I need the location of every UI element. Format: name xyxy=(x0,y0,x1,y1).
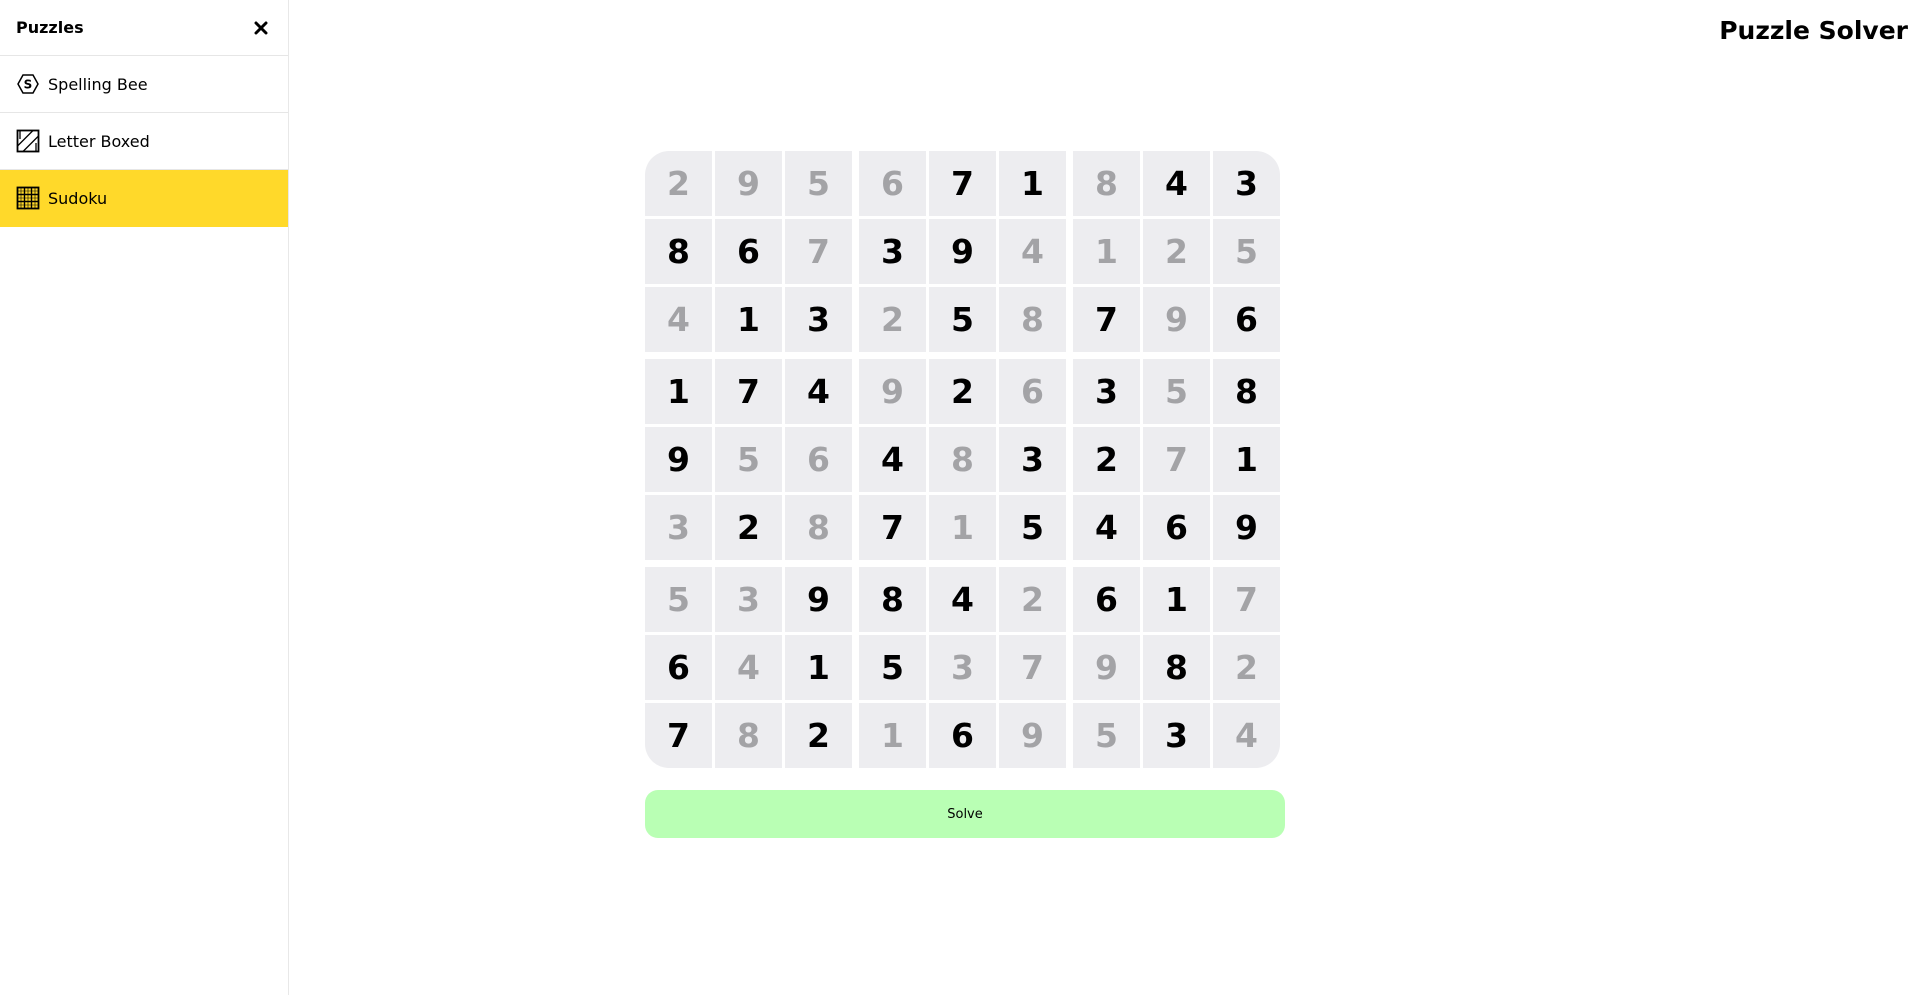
sudoku-cell[interactable]: 2 xyxy=(645,151,712,216)
sudoku-cell[interactable]: 9 xyxy=(859,359,926,424)
sudoku-cell[interactable]: 6 xyxy=(1213,287,1280,352)
sudoku-cell[interactable]: 9 xyxy=(929,219,996,284)
sudoku-cell[interactable]: 1 xyxy=(929,495,996,560)
sudoku-cell[interactable]: 8 xyxy=(1143,635,1210,700)
sudoku-cell[interactable]: 6 xyxy=(785,427,852,492)
sidebar-item-label: Letter Boxed xyxy=(48,131,150,151)
svg-text:S: S xyxy=(24,78,33,92)
sudoku-cell[interactable]: 6 xyxy=(929,703,996,768)
sudoku-cell[interactable]: 5 xyxy=(1213,219,1280,284)
sudoku-board: 2956718438673941254132587961749263589564… xyxy=(645,151,1285,772)
sudoku-cell[interactable]: 4 xyxy=(1143,151,1210,216)
sudoku-cell[interactable]: 7 xyxy=(929,151,996,216)
sudoku-cell[interactable]: 1 xyxy=(1073,219,1140,284)
sudoku-cell[interactable]: 1 xyxy=(999,151,1066,216)
sudoku-cell[interactable]: 9 xyxy=(1073,635,1140,700)
sudoku-cell[interactable]: 2 xyxy=(785,703,852,768)
sudoku-cell[interactable]: 8 xyxy=(999,287,1066,352)
sudoku-cell[interactable]: 8 xyxy=(785,495,852,560)
sudoku-cell[interactable]: 2 xyxy=(1143,219,1210,284)
sudoku-cell[interactable]: 5 xyxy=(859,635,926,700)
sudoku-cell[interactable]: 7 xyxy=(1213,567,1280,632)
sudoku-cell[interactable]: 2 xyxy=(1073,427,1140,492)
sudoku-cell[interactable]: 2 xyxy=(1213,635,1280,700)
solve-button[interactable]: Solve xyxy=(645,790,1285,838)
sudoku-cell[interactable]: 1 xyxy=(859,703,926,768)
sidebar-item-label: Spelling Bee xyxy=(48,74,148,94)
sudoku-grid-icon xyxy=(16,186,40,210)
sudoku-cell[interactable]: 4 xyxy=(785,359,852,424)
sudoku-cell[interactable]: 4 xyxy=(859,427,926,492)
sudoku-cell[interactable]: 8 xyxy=(929,427,996,492)
sudoku-cell[interactable]: 3 xyxy=(929,635,996,700)
spelling-bee-hexagon-icon: S xyxy=(16,72,40,96)
sudoku-cell[interactable]: 9 xyxy=(1143,287,1210,352)
app-title: Puzzle Solver xyxy=(1719,16,1908,45)
sudoku-cell[interactable]: 3 xyxy=(859,219,926,284)
letter-boxed-icon xyxy=(16,129,40,153)
sudoku-cell[interactable]: 2 xyxy=(929,359,996,424)
sudoku-cell[interactable]: 2 xyxy=(999,567,1066,632)
sudoku-cell[interactable]: 5 xyxy=(715,427,782,492)
sidebar-item-letter-boxed[interactable]: Letter Boxed xyxy=(0,113,288,170)
sudoku-cell[interactable]: 9 xyxy=(785,567,852,632)
sudoku-cell[interactable]: 9 xyxy=(715,151,782,216)
sudoku-cell[interactable]: 5 xyxy=(785,151,852,216)
sudoku-cell[interactable]: 3 xyxy=(645,495,712,560)
sudoku-cell[interactable]: 7 xyxy=(1143,427,1210,492)
sudoku-cell[interactable]: 7 xyxy=(785,219,852,284)
sudoku-cell[interactable]: 6 xyxy=(715,219,782,284)
sudoku-cell[interactable]: 4 xyxy=(929,567,996,632)
sudoku-cell[interactable]: 6 xyxy=(1073,567,1140,632)
sudoku-cell[interactable]: 9 xyxy=(1213,495,1280,560)
sudoku-cell[interactable]: 8 xyxy=(715,703,782,768)
sudoku-cell[interactable]: 7 xyxy=(859,495,926,560)
sudoku-cell[interactable]: 7 xyxy=(1073,287,1140,352)
sudoku-cell[interactable]: 3 xyxy=(1213,151,1280,216)
sudoku-cell[interactable]: 8 xyxy=(859,567,926,632)
sudoku-cell[interactable]: 6 xyxy=(645,635,712,700)
sudoku-cell[interactable]: 4 xyxy=(1213,703,1280,768)
sudoku-cell[interactable]: 7 xyxy=(999,635,1066,700)
sidebar-item-sudoku[interactable]: Sudoku xyxy=(0,170,288,227)
sudoku-cell[interactable]: 4 xyxy=(1073,495,1140,560)
sudoku-cell[interactable]: 3 xyxy=(715,567,782,632)
sudoku-cell[interactable]: 5 xyxy=(929,287,996,352)
sudoku-cell[interactable]: 7 xyxy=(645,703,712,768)
sudoku-cell[interactable]: 1 xyxy=(715,287,782,352)
sudoku-cell[interactable]: 4 xyxy=(999,219,1066,284)
sidebar: Puzzles S Spelling Bee Letter Boxed Sudo… xyxy=(0,0,289,995)
sudoku-cell[interactable]: 6 xyxy=(859,151,926,216)
sudoku-cell[interactable]: 8 xyxy=(1213,359,1280,424)
sudoku-cell[interactable]: 1 xyxy=(785,635,852,700)
sudoku-cell[interactable]: 1 xyxy=(1213,427,1280,492)
close-icon[interactable] xyxy=(250,17,272,39)
sudoku-cell[interactable]: 3 xyxy=(1073,359,1140,424)
sudoku-cell[interactable]: 9 xyxy=(999,703,1066,768)
sudoku-cell[interactable]: 5 xyxy=(1143,359,1210,424)
sudoku-cell[interactable]: 6 xyxy=(999,359,1066,424)
sudoku-cell[interactable]: 8 xyxy=(645,219,712,284)
sidebar-title: Puzzles xyxy=(16,18,84,37)
sudoku-cell[interactable]: 4 xyxy=(645,287,712,352)
sidebar-item-spelling-bee[interactable]: S Spelling Bee xyxy=(0,56,288,113)
sudoku-cell[interactable]: 9 xyxy=(645,427,712,492)
sidebar-header: Puzzles xyxy=(0,0,288,56)
sudoku-cell[interactable]: 5 xyxy=(999,495,1066,560)
sudoku-cell[interactable]: 7 xyxy=(715,359,782,424)
sudoku-cell[interactable]: 3 xyxy=(999,427,1066,492)
sidebar-item-label: Sudoku xyxy=(48,188,108,208)
sudoku-cell[interactable]: 3 xyxy=(785,287,852,352)
sudoku-cell[interactable]: 6 xyxy=(1143,495,1210,560)
sudoku-cell[interactable]: 8 xyxy=(1073,151,1140,216)
sudoku-cell[interactable]: 3 xyxy=(1143,703,1210,768)
sudoku-cell[interactable]: 1 xyxy=(1143,567,1210,632)
sudoku-cell[interactable]: 4 xyxy=(715,635,782,700)
sudoku-cell[interactable]: 2 xyxy=(859,287,926,352)
sudoku-cell[interactable]: 1 xyxy=(645,359,712,424)
sudoku-cell[interactable]: 2 xyxy=(715,495,782,560)
sudoku-cell[interactable]: 5 xyxy=(645,567,712,632)
sudoku-cell[interactable]: 5 xyxy=(1073,703,1140,768)
